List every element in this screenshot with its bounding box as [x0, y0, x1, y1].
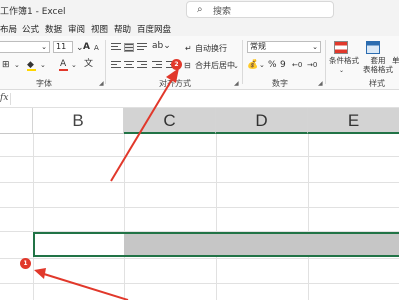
- decrease-decimal-icon[interactable]: →0: [307, 60, 317, 70]
- alignment-group-label: 对齐方式: [159, 79, 191, 88]
- column-header-c[interactable]: C: [124, 108, 216, 134]
- row-gridline: [0, 283, 399, 284]
- formula-bar-separator: [10, 93, 11, 105]
- column-header-d[interactable]: D: [216, 108, 308, 134]
- cell-styles-button[interactable]: 单: [392, 56, 399, 66]
- increase-decimal-icon[interactable]: ←0: [292, 60, 302, 70]
- align-center-icon[interactable]: [124, 61, 134, 70]
- annotation-badge-2: 2: [171, 59, 182, 70]
- worksheet-grid[interactable]: B C D E: [0, 108, 399, 300]
- borders-dropdown-icon[interactable]: ⌄: [14, 60, 20, 70]
- row-gridline: [0, 207, 399, 208]
- title-bar: 工作簿1 - Excel ⌕ 搜索: [0, 0, 399, 20]
- number-format-select[interactable]: 常规 ⌄: [247, 41, 321, 53]
- search-box[interactable]: ⌕ 搜索: [186, 1, 334, 18]
- font-group-launcher-icon[interactable]: ◢: [99, 80, 104, 87]
- ribbon-separator: [242, 40, 243, 84]
- merge-center-icon[interactable]: ⊟: [184, 61, 191, 71]
- search-placeholder: 搜索: [213, 7, 232, 17]
- menu-view[interactable]: 视图: [91, 23, 108, 35]
- alignment-group-launcher-icon[interactable]: ◢: [234, 80, 239, 87]
- menu-formulas[interactable]: 公式: [22, 23, 39, 35]
- format-as-table-button[interactable]: 套用 表格格式: [363, 56, 393, 74]
- conditional-format-button[interactable]: 条件格式: [329, 56, 359, 66]
- percent-style-icon[interactable]: %: [268, 60, 277, 70]
- menu-bar: 布局 公式 数据 审阅 视图 帮助 百度网盘: [0, 20, 399, 36]
- wrap-text-button[interactable]: 自动换行: [195, 44, 227, 54]
- conditional-format-dropdown-icon[interactable]: ⌄: [339, 66, 344, 76]
- menu-help[interactable]: 帮助: [114, 23, 131, 35]
- merge-dropdown-icon[interactable]: ⌄: [233, 61, 239, 71]
- select-all-corner[interactable]: [0, 108, 33, 134]
- window-title: 工作簿1 - Excel: [0, 7, 66, 17]
- selection-border: [33, 232, 399, 257]
- phonetic-icon[interactable]: 文: [84, 59, 93, 69]
- menu-layout[interactable]: 布局: [0, 23, 17, 35]
- fill-color-dropdown-icon[interactable]: ⌄: [40, 60, 46, 70]
- font-name-select[interactable]: ⌄: [0, 41, 50, 53]
- column-gridline: [308, 134, 309, 300]
- conditional-format-icon[interactable]: [334, 41, 348, 54]
- formula-bar[interactable]: fx: [0, 90, 399, 108]
- row-gridline: [0, 182, 399, 183]
- decrease-indent-icon[interactable]: [152, 61, 162, 70]
- number-group-launcher-icon[interactable]: ◢: [318, 80, 323, 87]
- accounting-format-icon[interactable]: 💰: [247, 60, 258, 70]
- column-header-e[interactable]: E: [308, 108, 399, 134]
- menu-baidu-netdisk[interactable]: 百度网盘: [137, 23, 171, 35]
- ribbon-separator: [105, 40, 106, 84]
- annotation-badge-1: 1: [20, 258, 31, 269]
- accounting-dropdown-icon[interactable]: ⌄: [259, 60, 265, 70]
- increase-font-icon[interactable]: A: [83, 42, 90, 52]
- number-group-label: 数字: [272, 79, 288, 88]
- search-icon: ⌕: [197, 4, 203, 15]
- align-right-icon[interactable]: [137, 61, 147, 70]
- format-as-table-icon[interactable]: [366, 41, 380, 54]
- align-middle-icon[interactable]: [124, 43, 134, 52]
- menu-review[interactable]: 审阅: [68, 23, 85, 35]
- font-size-value: 11: [56, 42, 67, 51]
- font-color-icon[interactable]: A: [60, 59, 66, 69]
- align-left-icon[interactable]: [111, 61, 121, 70]
- row-gridline: [0, 156, 399, 157]
- column-gridline: [216, 134, 217, 300]
- wrap-text-icon[interactable]: ↵: [185, 44, 192, 54]
- borders-icon[interactable]: ⊞: [2, 60, 10, 70]
- font-color-dropdown-icon[interactable]: ⌄: [71, 60, 77, 70]
- align-top-icon[interactable]: [111, 43, 121, 52]
- menu-data[interactable]: 数据: [45, 23, 62, 35]
- column-header-b[interactable]: B: [33, 108, 124, 134]
- ribbon: ⌄ 11 ⌄ A A ⊞ ⌄ ◆ ⌄ A ⌄ 文 字体 ◢ ab⌄ ↵ 自动换行…: [0, 36, 399, 90]
- comma-style-icon[interactable]: 9: [280, 60, 286, 70]
- fx-icon[interactable]: fx: [0, 93, 8, 103]
- fill-color-swatch: [27, 69, 36, 71]
- merge-center-button[interactable]: 合并后居中: [195, 61, 235, 71]
- font-group-label: 字体: [36, 79, 52, 88]
- font-size-select[interactable]: 11: [53, 41, 73, 53]
- orientation-icon[interactable]: ab⌄: [152, 41, 171, 51]
- decrease-font-icon[interactable]: A: [94, 43, 99, 53]
- font-color-swatch: [59, 69, 68, 71]
- number-format-value: 常规: [250, 42, 266, 51]
- ribbon-separator: [325, 40, 326, 84]
- row-gridline: [0, 258, 399, 259]
- align-bottom-icon[interactable]: [137, 43, 147, 52]
- column-gridline: [124, 134, 125, 300]
- styles-group-label: 样式: [369, 79, 385, 88]
- column-gridline: [33, 134, 34, 300]
